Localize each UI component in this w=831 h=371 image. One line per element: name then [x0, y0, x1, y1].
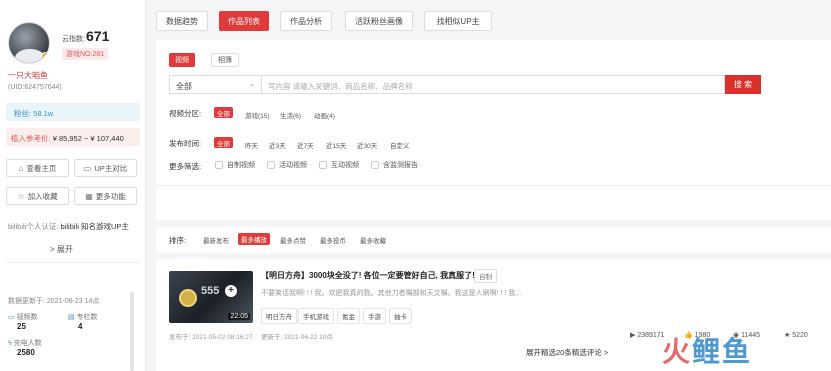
time-3days-option[interactable]: 近3天 [269, 140, 286, 150]
fans-index-label: 云指数: [62, 36, 85, 43]
divider [156, 185, 831, 186]
video-duration: 22:05 [228, 313, 250, 320]
type-video-chip[interactable]: 视频 [169, 53, 195, 67]
type-album-chip[interactable]: 相簿 [211, 53, 239, 67]
divider [6, 262, 140, 263]
sort-most-played[interactable]: 最多播放 [238, 233, 270, 245]
interactive-checkbox[interactable]: 互动视频 [319, 160, 359, 170]
favorite-count: ★ 5220 [784, 332, 808, 339]
time-15days-option[interactable]: 近15天 [326, 140, 346, 150]
articles-stat-value: 4 [78, 322, 83, 331]
view-homepage-button[interactable]: ⌂ 查看主页 [6, 159, 69, 177]
sort-most-coins[interactable]: 最多投币 [320, 235, 346, 245]
profile-sidebar: 云指数: 671 游戏NO.281 一只大咱鱼 (UID:624757644) … [0, 0, 146, 371]
cert-value: bilibili 知名游戏UP主 [60, 222, 129, 231]
more-functions-button[interactable]: ▦ 更多功能 [74, 187, 137, 205]
video-title[interactable]: 【明日方舟】3000块全没了! 各位一定要管好自己, 我真服了! [261, 270, 475, 281]
add-favorite-label: 加入收藏 [27, 191, 58, 201]
certification: bilibili个人认证: bilibili 知名游戏UP主 [8, 221, 134, 232]
view-homepage-label: 查看主页 [26, 163, 57, 173]
charge-stat-value: 2580 [17, 348, 35, 357]
price-box: 植入参考价: ¥ 85,952 ~ ¥ 107,440 [6, 128, 140, 146]
zone-anime-option[interactable]: 动画(4) [314, 110, 335, 120]
grid-icon: ▦ [85, 191, 93, 201]
fans-index-value: 671 [86, 28, 110, 44]
tab-active-fans[interactable]: 活跃粉丝画像 [345, 11, 413, 31]
video-tag[interactable]: 手游 [363, 308, 386, 324]
verified-badge-icon [41, 52, 49, 61]
video-tag[interactable]: 氪金 [337, 308, 360, 324]
charge-stat-label: ϟ 充电人数 [8, 340, 42, 347]
star-small-icon: ★ [784, 332, 793, 339]
time-7days-option[interactable]: 近7天 [297, 140, 314, 150]
compare-up-label: UP主对比 [94, 163, 128, 173]
videos-stat-label: ▭ 视频数 [8, 314, 38, 321]
chevron-down-icon: ⌄ [249, 81, 255, 88]
avatar[interactable] [8, 22, 50, 64]
articles-stat-label: ▤ 专栏数 [68, 314, 98, 321]
zone-label: 视频分区: [169, 109, 202, 118]
coin-icon [179, 289, 197, 307]
time-all-chip[interactable]: 全部 [214, 137, 233, 148]
username[interactable]: 一只大咱鱼 [8, 70, 48, 81]
filter-panel: 视频 相簿 全部 ⌄ 写内容 请输入关键词、商品名称、品牌名称 搜 索 视频分区… [156, 40, 831, 220]
price-value: ¥ 85,952 ~ ¥ 107,440 [52, 134, 124, 143]
expand-link[interactable]: > 展开 [50, 244, 73, 255]
user-id: (UID:624757644) [8, 84, 62, 91]
compare-up-button[interactable]: ▭ UP主对比 [74, 159, 137, 177]
sort-most-liked[interactable]: 最多点赞 [280, 235, 306, 245]
video-description: 不要笑话我啊! ! ! 我。欢肥我真的我。其他刀者嘱部和天文嘱。我这是人刷啊! … [261, 290, 522, 297]
time-label: 发布时间: [169, 139, 202, 148]
followers-text: 粉丝: 58.1w [14, 109, 54, 118]
followers-box: 粉丝: 58.1w [6, 103, 140, 121]
update-time: 更新于: 2021-06-22 10点 [261, 334, 333, 341]
more-functions-label: 更多功能 [95, 191, 126, 201]
zone-life-option[interactable]: 生活(6) [280, 110, 301, 120]
activity-checkbox[interactable]: 活动视频 [267, 160, 307, 170]
video-tag[interactable]: 抽卡 [389, 308, 412, 324]
sort-label: 排序: [169, 236, 187, 245]
article-icon: ▤ [68, 314, 77, 321]
play-count: ▶ 2389171 [630, 332, 665, 339]
tab-works-analysis[interactable]: 作品分析 [280, 11, 332, 31]
search-input[interactable]: 写内容 请输入关键词、商品名称、品牌名称 [262, 75, 725, 94]
video-thumbnail[interactable]: 555 + 22:05 [169, 271, 253, 323]
time-yesterday-option[interactable]: 昨天 [245, 140, 258, 150]
sort-most-favorites[interactable]: 最多收藏 [360, 235, 386, 245]
update-time: 数据更新于: 2021-06-23 14点 [8, 298, 100, 305]
self-made-checkbox[interactable]: 自制视频 [215, 160, 255, 170]
cert-label: bilibili个人认证: [8, 222, 59, 231]
zone-all-chip[interactable]: 全部 [214, 107, 233, 118]
video-tag[interactable]: 明日方舟 [261, 308, 297, 324]
sort-bar: 排序: 最新发布 最多播放 最多点赞 最多投币 最多收藏 [156, 227, 831, 253]
tab-works-list[interactable]: 作品列表 [219, 11, 269, 31]
monitor-report-checkbox[interactable]: 含监测报告 [371, 160, 418, 170]
time-custom-option[interactable]: 自定义 [390, 140, 410, 150]
rank-badge: 游戏NO.281 [62, 48, 109, 60]
video-tag[interactable]: 手机游戏 [298, 308, 334, 324]
search-button[interactable]: 搜 索 [725, 75, 761, 94]
more-filters-label: 更多筛选: [169, 162, 202, 171]
zone-game-option[interactable]: 游戏(15) [245, 110, 270, 120]
compare-icon: ▭ [83, 163, 92, 173]
add-favorite-button[interactable]: ☆ 加入收藏 [6, 187, 69, 205]
publish-time: 发布于: 2021-05-02 08:16:27 [169, 334, 253, 341]
watermark-logo: 火鲤鱼 [662, 335, 753, 368]
video-icon: ▭ [8, 314, 17, 321]
star-icon: ☆ [17, 191, 25, 201]
videos-stat-value: 25 [17, 322, 26, 331]
time-30days-option[interactable]: 近30天 [357, 140, 377, 150]
thumbnail-number: 555 [201, 285, 220, 297]
self-made-tag: 自制 [474, 269, 497, 283]
price-label: 植入参考价: [11, 134, 51, 143]
category-select[interactable]: 全部 ⌄ [169, 75, 262, 94]
expand-comments-link[interactable]: 展开精选20条精选评论 > [526, 347, 608, 358]
sort-latest[interactable]: 最新发布 [203, 235, 229, 245]
home-icon: ⌂ [18, 163, 24, 173]
sidebar-scrollbar[interactable] [130, 292, 134, 371]
tab-similar-up[interactable]: 找相似UP主 [424, 11, 492, 31]
tab-data-trend[interactable]: 数据趋势 [156, 11, 208, 31]
plus-icon: + [225, 285, 237, 297]
